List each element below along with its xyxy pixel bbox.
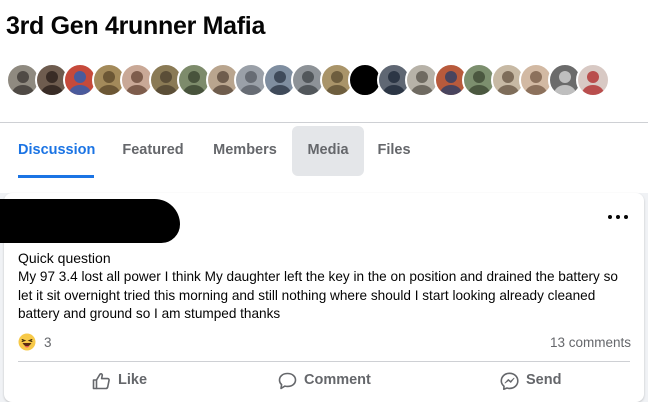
comments-count[interactable]: 13 comments [550,335,631,350]
haha-reaction-icon [18,333,36,351]
tab-members[interactable]: Members [212,124,278,178]
more-options-icon[interactable] [606,207,630,227]
comment-button[interactable]: Comment [278,369,378,393]
header-divider [0,122,648,123]
send-label: Send [526,372,562,388]
like-button[interactable]: Like [92,369,152,393]
post-card: Quick question My 97 3.4 lost all power … [0,193,644,402]
tab-discussion[interactable]: Discussion [18,124,95,178]
actions-divider [18,361,630,362]
tab-files[interactable]: Files [377,124,411,178]
thumbs-up-icon [92,373,110,390]
group-tabs: Discussion Featured Members Media Files [0,124,648,178]
tab-media[interactable]: Media [292,126,364,176]
post-title: Quick question [18,250,111,266]
send-button[interactable]: Send [500,369,570,393]
reaction-count: 3 [44,335,52,350]
like-label: Like [118,372,148,388]
tab-featured[interactable]: Featured [122,124,184,178]
post-body: My 97 3.4 lost all power I think My daug… [18,269,618,321]
redacted-author [0,199,180,243]
member-avatar-21[interactable] [576,63,610,97]
group-title[interactable]: 3rd Gen 4runner Mafia [6,12,265,41]
group-header: 3rd Gen 4runner Mafia Discussion Feature… [0,0,648,193]
messenger-send-icon [500,372,519,390]
comment-bubble-icon [278,372,297,390]
comment-label: Comment [304,372,371,388]
